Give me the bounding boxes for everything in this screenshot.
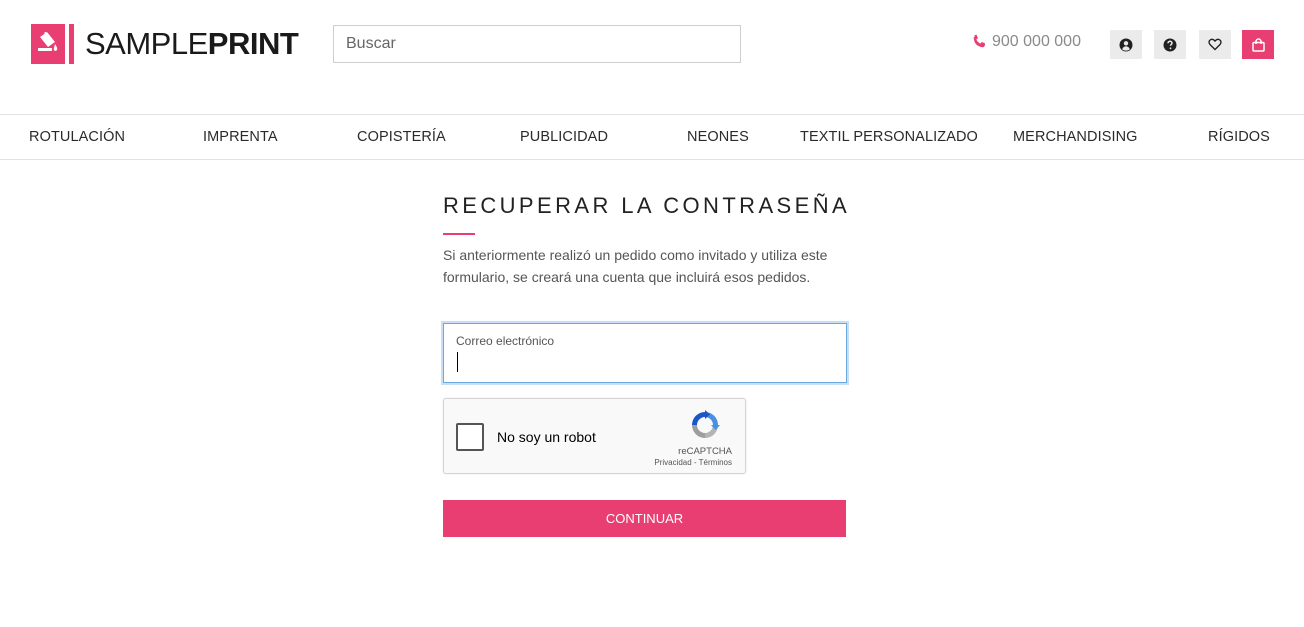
phone-icon bbox=[973, 34, 986, 48]
phone-number: 900 000 000 bbox=[992, 33, 1081, 50]
account-button[interactable] bbox=[1110, 30, 1142, 59]
main-nav: ROTULACIÓN IMPRENTA COPISTERÍA PUBLICIDA… bbox=[0, 114, 1304, 160]
shopping-bag-icon bbox=[1251, 37, 1265, 52]
cart-button[interactable] bbox=[1242, 30, 1274, 59]
user-circle-icon bbox=[1119, 38, 1133, 51]
email-input[interactable] bbox=[456, 352, 836, 374]
search-input[interactable] bbox=[333, 25, 741, 63]
phone-contact[interactable]: 900 000 000 bbox=[971, 33, 1081, 51]
nav-item-publicidad[interactable]: PUBLICIDAD bbox=[520, 129, 608, 145]
heart-icon bbox=[1208, 38, 1222, 51]
recaptcha-logo-icon bbox=[692, 410, 720, 438]
recaptcha-brand: reCAPTCHA bbox=[678, 446, 732, 457]
nav-item-neones[interactable]: NEONES bbox=[687, 129, 749, 145]
page-description: Si anteriormente realizó un pedido como … bbox=[443, 247, 828, 285]
continue-button[interactable]: CONTINUAR bbox=[443, 500, 846, 537]
title-underline bbox=[443, 233, 475, 235]
recaptcha-label: No soy un robot bbox=[497, 429, 596, 445]
paint-bucket-icon bbox=[31, 23, 65, 64]
question-circle-icon bbox=[1163, 38, 1177, 51]
page-title: RECUPERAR LA CONTRASEÑA bbox=[443, 193, 851, 218]
recaptcha-links[interactable]: Privacidad - Términos bbox=[654, 458, 732, 467]
nav-item-copisteria[interactable]: COPISTERÍA bbox=[357, 129, 446, 145]
brand-name-light: SAMPLE bbox=[85, 25, 208, 61]
nav-item-rigidos[interactable]: RÍGIDOS bbox=[1208, 129, 1270, 145]
nav-item-rotulacion[interactable]: ROTULACIÓN bbox=[29, 129, 125, 145]
nav-item-textil-personalizado[interactable]: TEXTIL PERSONALIZADO bbox=[800, 129, 978, 145]
brand-logo[interactable]: SAMPLEPRINT bbox=[31, 23, 299, 64]
help-button[interactable] bbox=[1154, 30, 1186, 59]
brand-wordmark: SAMPLEPRINT bbox=[85, 24, 299, 64]
site-header: SAMPLEPRINT 900 000 000 bbox=[0, 0, 1304, 114]
email-field-label: Correo electrónico bbox=[456, 334, 555, 348]
wishlist-button[interactable] bbox=[1199, 30, 1231, 59]
nav-item-imprenta[interactable]: IMPRENTA bbox=[203, 129, 278, 145]
recaptcha-widget: No soy un robot reCAPTCHA Privacidad - T… bbox=[443, 398, 746, 474]
recaptcha-checkbox[interactable] bbox=[456, 423, 484, 451]
brand-name-bold: PRINT bbox=[207, 25, 299, 61]
nav-item-merchandising[interactable]: MERCHANDISING bbox=[1013, 129, 1138, 145]
logo-divider bbox=[69, 23, 74, 64]
email-field[interactable]: Correo electrónico bbox=[443, 323, 847, 383]
